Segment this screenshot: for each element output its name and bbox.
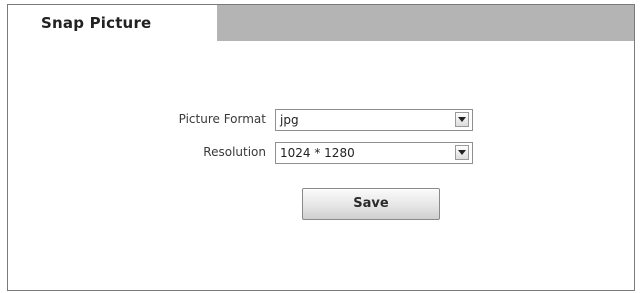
snap-picture-panel: Snap Picture Picture Format jpg Resoluti… [7,4,635,291]
tab-bar: Snap Picture [8,5,634,41]
resolution-value: 1024 * 1280 [280,146,355,160]
chevron-down-icon[interactable] [455,112,469,127]
save-button-label: Save [353,196,389,211]
picture-format-select[interactable]: jpg [275,109,473,131]
picture-format-label: Picture Format [178,112,266,126]
chevron-down-icon[interactable] [455,145,469,160]
resolution-row: Resolution 1024 * 1280 [8,142,634,164]
tab-snap-picture[interactable]: Snap Picture [8,5,217,41]
resolution-select[interactable]: 1024 * 1280 [275,142,473,164]
tab-bar-filler [217,5,634,41]
resolution-label: Resolution [203,145,266,159]
picture-format-value: jpg [280,113,299,127]
save-button[interactable]: Save [302,188,440,220]
tab-label: Snap Picture [41,14,152,32]
picture-format-row: Picture Format jpg [8,109,634,131]
